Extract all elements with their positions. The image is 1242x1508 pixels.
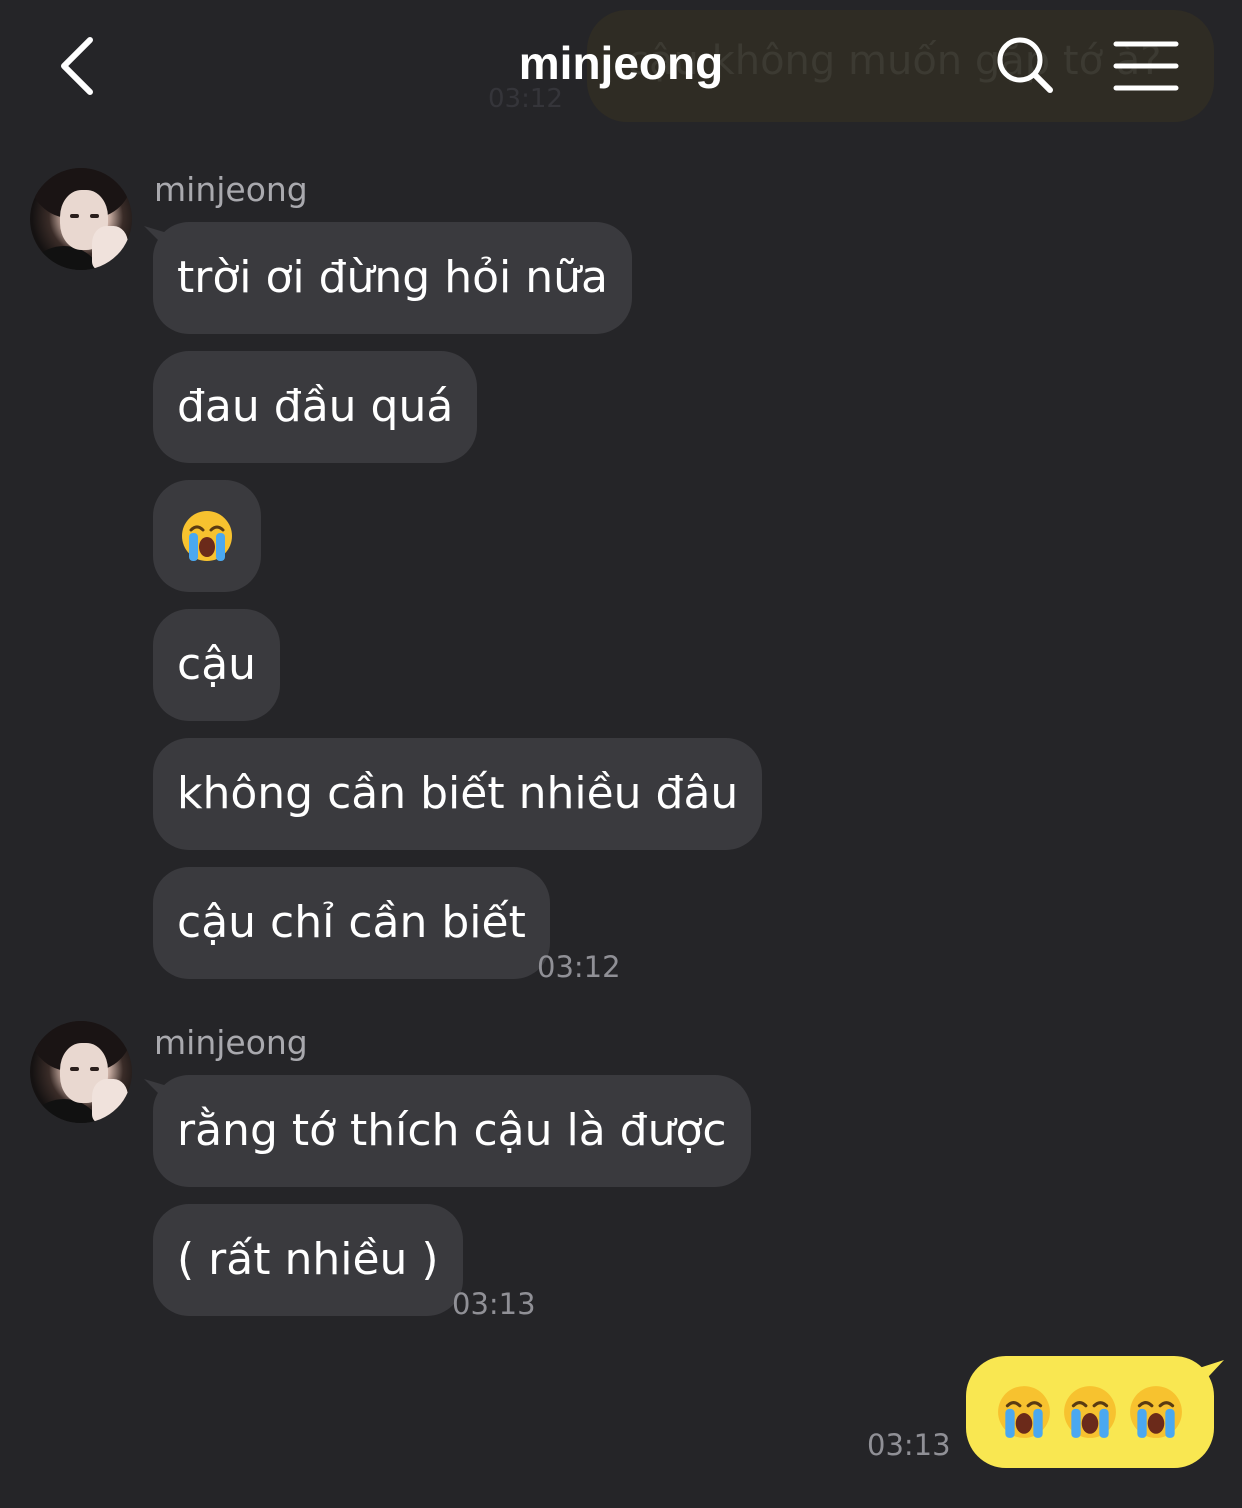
outgoing-message[interactable] — [966, 1356, 1214, 1468]
loudly-crying-face-icon — [1130, 1386, 1182, 1438]
loudly-crying-face-icon — [1064, 1386, 1116, 1438]
hamburger-menu-icon — [1113, 41, 1179, 91]
loudly-crying-face-icon — [998, 1386, 1050, 1438]
chat-header: minjeong — [0, 0, 1242, 130]
search-icon — [997, 37, 1053, 93]
incoming-message[interactable]: rằng tớ thích cậu là được — [153, 1075, 751, 1187]
incoming-message[interactable]: đau đầu quá — [153, 351, 478, 463]
incoming-message[interactable]: cậu chỉ cần biết — [153, 867, 550, 979]
chat-screen: cậu không muốn gặp tớ à? 03:12 minjeong — [0, 0, 1242, 1508]
message-timestamp: 03:13 — [867, 1428, 951, 1462]
incoming-message[interactable]: trời ơi đừng hỏi nữa — [153, 222, 632, 334]
incoming-emoji-message[interactable] — [153, 480, 261, 592]
sender-name: minjeong — [154, 170, 308, 209]
message-timestamp: 03:12 — [537, 950, 621, 984]
loudly-crying-face-icon — [182, 511, 232, 561]
menu-button[interactable] — [1110, 36, 1182, 96]
search-button[interactable] — [990, 30, 1060, 100]
sender-avatar[interactable] — [30, 1021, 132, 1123]
sender-avatar[interactable] — [30, 168, 132, 270]
message-timestamp: 03:13 — [452, 1287, 536, 1321]
incoming-message[interactable]: cậu — [153, 609, 281, 721]
incoming-message[interactable]: không cần biết nhiều đâu — [153, 738, 763, 850]
sender-name: minjeong — [154, 1023, 308, 1062]
incoming-message[interactable]: ( rất nhiều ) — [153, 1204, 463, 1316]
